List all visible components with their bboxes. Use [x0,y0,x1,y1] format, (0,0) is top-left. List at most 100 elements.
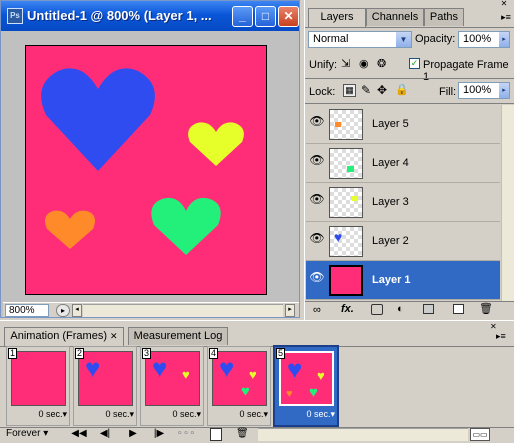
panel-menu-icon[interactable]: ▸≡ [499,12,513,24]
frame-number: 1 [8,348,17,359]
layer-thumbnail [329,265,363,296]
frame-number: 4 [209,348,218,359]
propagate-checkbox[interactable]: ✓ [409,58,420,69]
frame-delay[interactable]: 0 sec.▾ [141,409,201,420]
layer-row[interactable]: 👁 Layer 3 [306,183,500,222]
frame-number: 5 [276,348,285,359]
layer-row[interactable]: 👁 Layer 4 [306,144,500,183]
document-canvas[interactable] [25,45,267,295]
fill-label: Fill: [439,86,457,98]
lock-label: Lock: [309,86,336,98]
layer-thumbnail [329,148,363,179]
frames-scrollbar[interactable] [258,428,468,441]
frame-delay[interactable]: 0 sec.▾ [275,409,335,420]
unify-style-icon[interactable]: ❂ [377,57,386,70]
frame-delay[interactable]: 0 sec.▾ [74,409,134,420]
animation-panel: ✕ Animation (Frames) ✕ Measurement Log ▸… [0,320,514,443]
tab-animation-frames[interactable]: Animation (Frames) ✕ [4,327,124,346]
chevron-right-icon: ▸ [499,83,509,98]
link-layers-icon[interactable]: ∞ [313,304,321,316]
minimize-button[interactable]: _ [232,6,253,27]
green-heart [151,197,221,255]
eye-icon[interactable]: 👁 [309,114,325,130]
duplicate-frame-icon[interactable] [210,428,222,441]
panel-close-icon[interactable]: ✕ [490,322,497,331]
frame-5[interactable]: ♥ ♥ ♥ ♥ 5 0 sec.▾ [273,345,339,427]
next-frame-icon[interactable]: |▶ [150,428,168,441]
frame-delay[interactable]: 0 sec.▾ [7,409,67,420]
chevron-down-icon: ▼ [396,32,411,47]
eye-icon[interactable]: 👁 [309,192,325,208]
zoom-field[interactable]: 800% [5,304,49,317]
previous-frame-icon[interactable]: ◀| [96,428,114,441]
lock-position-icon[interactable]: ✥ [377,83,387,97]
divider [305,27,514,28]
layers-scrollbar[interactable] [501,105,514,301]
layers-list: 👁 Layer 5 👁 Layer 4 👁 Layer 3 👁 ♥ Layer … [305,105,514,301]
blend-mode-value: Normal [313,33,349,45]
layer-name[interactable]: Layer 5 [372,118,409,130]
opacity-value: 100% [463,33,492,45]
layer-row[interactable]: 👁 ♥ Layer 2 [306,222,500,261]
frame-3[interactable]: ♥ ♥ 3 0 sec.▾ [140,346,204,426]
frame-2[interactable]: ♥ 2 0 sec.▾ [73,346,137,426]
horizontal-scrollbar[interactable] [83,304,283,317]
lock-transparency-icon[interactable]: ▦ [343,84,356,97]
adjustment-layer-icon[interactable]: ◐ [397,303,404,315]
trash-icon[interactable]: 🗑 [479,302,493,315]
first-frame-icon[interactable]: ◀◀ [70,428,88,441]
tab-paths[interactable]: Paths [424,8,464,26]
delay-label: 0 sec. [306,409,331,419]
frame-thumbnail: ♥ ♥ [145,351,200,406]
eye-icon[interactable]: 👁 [309,231,325,247]
new-group-icon[interactable] [423,304,434,314]
frame-1[interactable]: 1 0 sec.▾ [6,346,70,426]
frame-delay[interactable]: 0 sec.▾ [208,409,268,420]
panel-close-icon[interactable]: ✕ [498,0,510,8]
opacity-field[interactable]: 100% ▸ [458,31,510,48]
layer-name[interactable]: Layer 4 [372,157,409,169]
vertical-scrollbar[interactable] [288,33,299,301]
new-layer-icon[interactable] [453,304,464,314]
layer-mask-icon[interactable] [371,304,383,315]
blend-mode-select[interactable]: Normal ▼ [308,31,412,48]
layer-row-selected[interactable]: 👁 Layer 1 [306,261,500,300]
unify-visibility-icon[interactable]: ◉ [359,57,369,70]
frame-thumbnail: ♥ ♥ ♥ [212,351,267,406]
document-title-bar[interactable]: Ps Untitled-1 @ 800% (Layer 1, ... _ □ ✕ [1,1,299,31]
eye-icon[interactable]: 👁 [309,153,325,169]
frame-4[interactable]: ♥ ♥ ♥ 4 0 sec.▾ [207,346,271,426]
layer-name[interactable]: Layer 1 [372,274,411,286]
layer-name[interactable]: Layer 3 [372,196,409,208]
layer-row[interactable]: 👁 Layer 5 [306,105,500,144]
tab-measurement-log[interactable]: Measurement Log [128,327,228,345]
yellow-heart [188,122,244,166]
frame-thumbnail: ♥ [78,351,133,406]
loop-select[interactable]: Forever ▾ [6,428,60,441]
panel-menu-icon[interactable]: ▸≡ [496,331,506,342]
status-menu-icon[interactable]: ▸ [56,304,70,317]
canvas-area [4,33,298,301]
unify-position-icon[interactable]: ⇲ [341,57,350,70]
timeline-toggle-icon[interactable]: ▭▭ [470,428,490,441]
tab-close-icon[interactable]: ✕ [110,331,118,341]
fill-field[interactable]: 100% ▸ [458,82,510,99]
tween-icon[interactable]: ∘∘∘ [176,428,196,441]
orange-heart [45,210,95,249]
propagate-label: Propagate Frame 1 [423,59,509,83]
tab-layers[interactable]: Layers [308,8,366,27]
layer-thumbnail [329,109,363,140]
play-icon[interactable]: ▶ [126,428,140,441]
scroll-right-icon[interactable]: ▸ [285,304,295,317]
layer-name[interactable]: Layer 2 [372,235,409,247]
tab-channels[interactable]: Channels [366,8,424,26]
delay-label: 0 sec. [239,409,264,419]
layer-style-icon[interactable]: fx. [341,303,354,315]
trash-icon[interactable]: 🗑 [236,428,249,441]
maximize-button[interactable]: □ [255,6,276,27]
lock-pixels-icon[interactable]: ✎ [361,83,371,97]
eye-icon[interactable]: 👁 [309,270,325,286]
close-button[interactable]: ✕ [278,6,299,27]
lock-all-icon[interactable]: 🔒 [395,83,409,96]
scroll-left-icon[interactable]: ◂ [72,304,82,317]
